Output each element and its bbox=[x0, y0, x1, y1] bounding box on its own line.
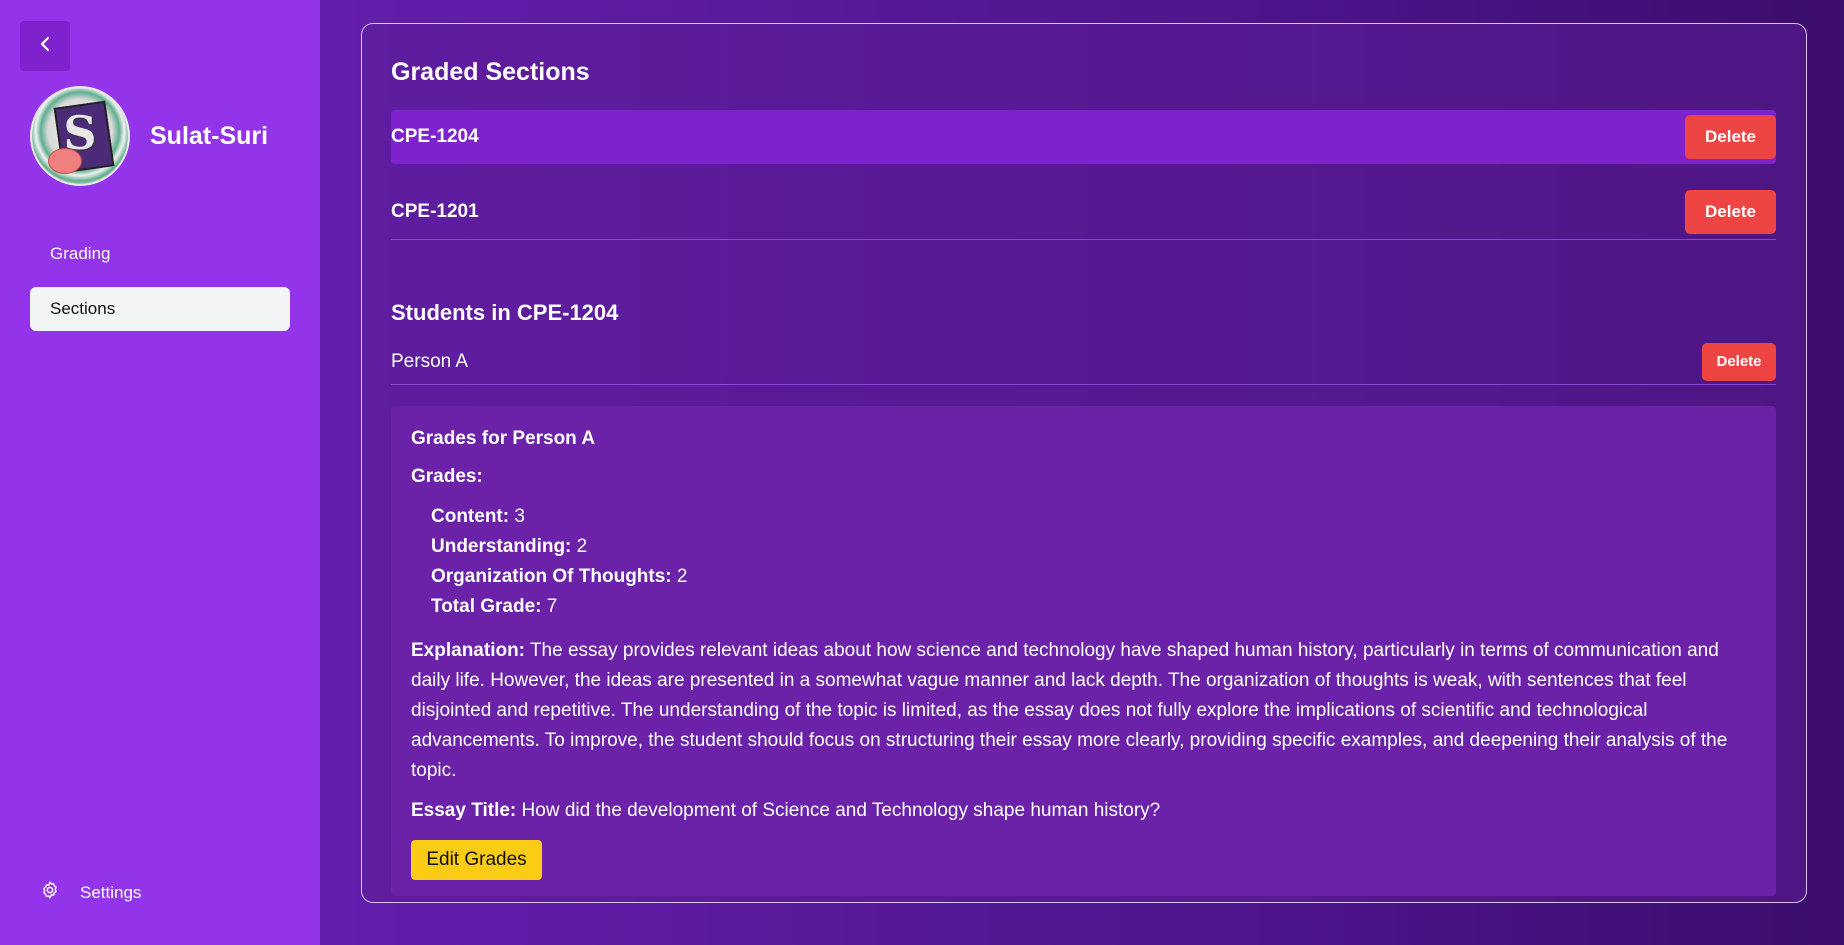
settings-label: Settings bbox=[80, 882, 142, 902]
grades-list: Content: 3 Understanding: 2 Organization… bbox=[411, 502, 1756, 622]
chevron-left-icon bbox=[35, 34, 55, 59]
app-logo: S bbox=[30, 86, 130, 186]
section-row-cpe-1204[interactable]: CPE-1204 Delete bbox=[391, 110, 1776, 164]
essay-title-label: Essay Title: bbox=[411, 800, 517, 821]
sidebar-item-sections[interactable]: Sections bbox=[30, 287, 290, 331]
delete-section-button[interactable]: Delete bbox=[1685, 189, 1776, 234]
explanation-text: The essay provides relevant ideas about … bbox=[411, 640, 1728, 781]
edit-grades-button[interactable]: Edit Grades bbox=[411, 840, 542, 880]
grade-name: Content: bbox=[431, 506, 510, 527]
explanation: Explanation: The essay provides relevant… bbox=[411, 636, 1756, 786]
grades-label: Grades: bbox=[411, 466, 483, 487]
section-code: CPE-1204 bbox=[391, 126, 479, 147]
student-name: Person A bbox=[391, 350, 469, 372]
grade-item-content: Content: 3 bbox=[431, 502, 1756, 532]
sidebar-item-label: Sections bbox=[50, 299, 116, 318]
grade-item-understanding: Understanding: 2 bbox=[431, 532, 1756, 562]
grade-value: 7 bbox=[546, 596, 558, 617]
sidebar: S Sulat-Suri Grading Sections Settings bbox=[0, 0, 320, 945]
grade-name: Organization Of Thoughts: bbox=[431, 566, 672, 587]
student-row-person-a[interactable]: Person A Delete bbox=[391, 339, 1776, 385]
brand: S Sulat-Suri bbox=[30, 86, 268, 186]
delete-student-button[interactable]: Delete bbox=[1702, 342, 1776, 381]
grade-value: 2 bbox=[676, 566, 688, 587]
explanation-label: Explanation: bbox=[411, 640, 526, 661]
back-button[interactable] bbox=[20, 21, 70, 71]
app-name: Sulat-Suri bbox=[150, 121, 269, 150]
sidebar-item-grading[interactable]: Grading bbox=[30, 232, 290, 276]
sidebar-nav: Grading Sections bbox=[30, 232, 290, 342]
settings-link[interactable]: Settings bbox=[40, 880, 141, 905]
essay-title-text: How did the development of Science and T… bbox=[521, 800, 1161, 821]
students-title: Students in CPE-1204 bbox=[391, 300, 619, 325]
grade-value: 2 bbox=[576, 536, 588, 557]
grade-value: 3 bbox=[514, 506, 525, 527]
grade-name: Total Grade: bbox=[431, 596, 542, 617]
delete-section-button[interactable]: Delete bbox=[1685, 115, 1776, 159]
grades-title: Grades for Person A bbox=[411, 428, 596, 449]
grade-item-total: Total Grade: 7 bbox=[431, 592, 1756, 622]
graded-sections-title: Graded Sections bbox=[391, 58, 590, 86]
gear-icon bbox=[40, 880, 60, 905]
sidebar-item-label: Grading bbox=[50, 244, 111, 263]
section-code: CPE-1201 bbox=[391, 200, 479, 222]
section-row-cpe-1201[interactable]: CPE-1201 Delete bbox=[391, 184, 1776, 240]
grades-panel: Grades for Person A Grades: Content: 3 U… bbox=[391, 406, 1776, 896]
grade-item-organization: Organization Of Thoughts: 2 bbox=[431, 562, 1756, 592]
main-card: Graded Sections CPE-1204 Delete CPE-1201… bbox=[361, 23, 1807, 903]
essay-title: Essay Title: How did the development of … bbox=[411, 796, 1756, 826]
grade-name: Understanding: bbox=[431, 536, 572, 557]
